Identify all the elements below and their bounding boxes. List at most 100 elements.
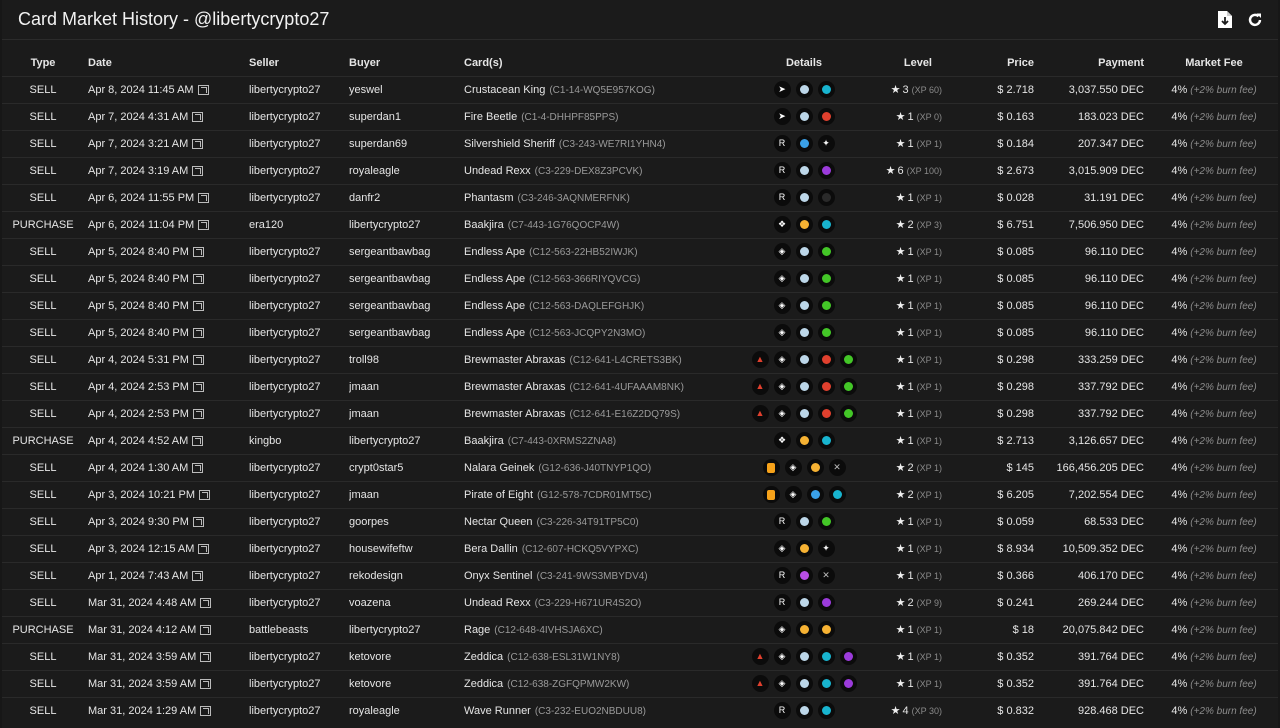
card-name[interactable]: Brewmaster Abraxas (464, 381, 565, 393)
external-link-icon[interactable] (200, 651, 212, 662)
external-link-icon[interactable] (192, 408, 204, 419)
card-name[interactable]: Fire Beetle (464, 111, 517, 123)
external-link-icon[interactable] (200, 678, 212, 689)
card-name[interactable]: Brewmaster Abraxas (464, 354, 565, 366)
external-link-icon[interactable] (192, 138, 204, 149)
buyer-cell[interactable]: jmaan (349, 373, 460, 400)
buyer-cell[interactable]: royaleagle (349, 697, 460, 724)
external-link-icon[interactable] (192, 273, 204, 284)
card-name[interactable]: Endless Ape (464, 246, 525, 258)
buyer-cell[interactable]: sergeantbawbag (349, 292, 460, 319)
buyer-cell[interactable]: superdan69 (349, 130, 460, 157)
buyer-cell[interactable]: crypt0star5 (349, 454, 460, 481)
seller-cell[interactable]: libertycrypto27 (249, 454, 349, 481)
element-fire-icon (817, 108, 835, 125)
external-link-icon[interactable] (199, 489, 211, 500)
external-link-icon[interactable] (200, 597, 212, 608)
seller-cell[interactable]: libertycrypto27 (249, 373, 349, 400)
seller-cell[interactable]: battlebeasts (249, 616, 349, 643)
seller-cell[interactable]: libertycrypto27 (249, 481, 349, 508)
seller-cell[interactable]: libertycrypto27 (249, 265, 349, 292)
buyer-cell[interactable]: ketovore (349, 643, 460, 670)
buyer-cell[interactable]: voazena (349, 589, 460, 616)
external-link-icon[interactable] (192, 111, 204, 122)
seller-cell[interactable]: libertycrypto27 (249, 103, 349, 130)
card-name[interactable]: Zeddica (464, 651, 503, 663)
seller-cell[interactable]: libertycrypto27 (249, 562, 349, 589)
external-link-icon[interactable] (192, 165, 204, 176)
card-name[interactable]: Nalara Geinek (464, 462, 534, 474)
card-name[interactable]: Onyx Sentinel (464, 570, 532, 582)
card-name[interactable]: Nectar Queen (464, 516, 532, 528)
external-link-icon[interactable] (197, 84, 209, 95)
external-link-icon[interactable] (192, 381, 204, 392)
buyer-cell[interactable]: goorpes (349, 508, 460, 535)
buyer-cell[interactable]: royaleagle (349, 157, 460, 184)
seller-cell[interactable]: kingbo (249, 427, 349, 454)
card-name[interactable]: Pirate of Eight (464, 489, 533, 501)
seller-cell[interactable]: libertycrypto27 (249, 130, 349, 157)
seller-cell[interactable]: libertycrypto27 (249, 184, 349, 211)
seller-cell[interactable]: libertycrypto27 (249, 157, 349, 184)
external-link-icon[interactable] (192, 300, 204, 311)
card-name[interactable]: Rage (464, 624, 490, 636)
card-name[interactable]: Undead Rexx (464, 597, 531, 609)
seller-cell[interactable]: libertycrypto27 (249, 319, 349, 346)
external-link-icon[interactable] (198, 192, 210, 203)
buyer-cell[interactable]: troll98 (349, 346, 460, 373)
seller-cell[interactable]: libertycrypto27 (249, 670, 349, 697)
card-name[interactable]: Baakjira (464, 435, 504, 447)
card-name[interactable]: Endless Ape (464, 273, 525, 285)
buyer-cell[interactable]: superdan1 (349, 103, 460, 130)
card-name[interactable]: Bera Dallin (464, 543, 518, 555)
seller-cell[interactable]: libertycrypto27 (249, 238, 349, 265)
buyer-cell[interactable]: sergeantbawbag (349, 238, 460, 265)
buyer-cell[interactable]: rekodesign (349, 562, 460, 589)
card-name[interactable]: Brewmaster Abraxas (464, 408, 565, 420)
buyer-cell[interactable]: libertycrypto27 (349, 211, 460, 238)
external-link-icon[interactable] (192, 327, 204, 338)
buyer-cell[interactable]: libertycrypto27 (349, 616, 460, 643)
card-name[interactable]: Crustacean King (464, 84, 545, 96)
external-link-icon[interactable] (200, 624, 212, 635)
card-name[interactable]: Silvershield Sheriff (464, 138, 555, 150)
refresh-icon[interactable] (1246, 10, 1264, 30)
buyer-cell[interactable]: danfr2 (349, 184, 460, 211)
external-link-icon[interactable] (200, 705, 212, 716)
external-link-icon[interactable] (192, 516, 204, 527)
buyer-cell[interactable]: jmaan (349, 400, 460, 427)
buyer-cell[interactable]: ketovore (349, 670, 460, 697)
external-link-icon[interactable] (192, 570, 204, 581)
external-link-icon[interactable] (192, 435, 204, 446)
seller-cell[interactable]: era120 (249, 211, 349, 238)
buyer-cell[interactable]: sergeantbawbag (349, 319, 460, 346)
external-link-icon[interactable] (198, 219, 210, 230)
buyer-cell[interactable]: housewifeftw (349, 535, 460, 562)
external-link-icon[interactable] (192, 354, 204, 365)
seller-cell[interactable]: libertycrypto27 (249, 508, 349, 535)
seller-cell[interactable]: libertycrypto27 (249, 535, 349, 562)
buyer-cell[interactable]: jmaan (349, 481, 460, 508)
download-icon[interactable] (1216, 10, 1234, 30)
seller-cell[interactable]: libertycrypto27 (249, 292, 349, 319)
card-name[interactable]: Undead Rexx (464, 165, 531, 177)
external-link-icon[interactable] (192, 246, 204, 257)
fee-cell: 4% (+2% burn fee) (1150, 184, 1278, 211)
external-link-icon[interactable] (192, 462, 204, 473)
seller-cell[interactable]: libertycrypto27 (249, 76, 349, 103)
card-name[interactable]: Endless Ape (464, 327, 525, 339)
card-name[interactable]: Baakjira (464, 219, 504, 231)
seller-cell[interactable]: libertycrypto27 (249, 346, 349, 373)
seller-cell[interactable]: libertycrypto27 (249, 589, 349, 616)
buyer-cell[interactable]: sergeantbawbag (349, 265, 460, 292)
buyer-cell[interactable]: yeswel (349, 76, 460, 103)
card-name[interactable]: Zeddica (464, 678, 503, 690)
card-name[interactable]: Endless Ape (464, 300, 525, 312)
seller-cell[interactable]: libertycrypto27 (249, 400, 349, 427)
card-name[interactable]: Wave Runner (464, 705, 531, 717)
card-name[interactable]: Phantasm (464, 192, 514, 204)
seller-cell[interactable]: libertycrypto27 (249, 697, 349, 724)
seller-cell[interactable]: libertycrypto27 (249, 643, 349, 670)
external-link-icon[interactable] (198, 543, 210, 554)
buyer-cell[interactable]: libertycrypto27 (349, 427, 460, 454)
